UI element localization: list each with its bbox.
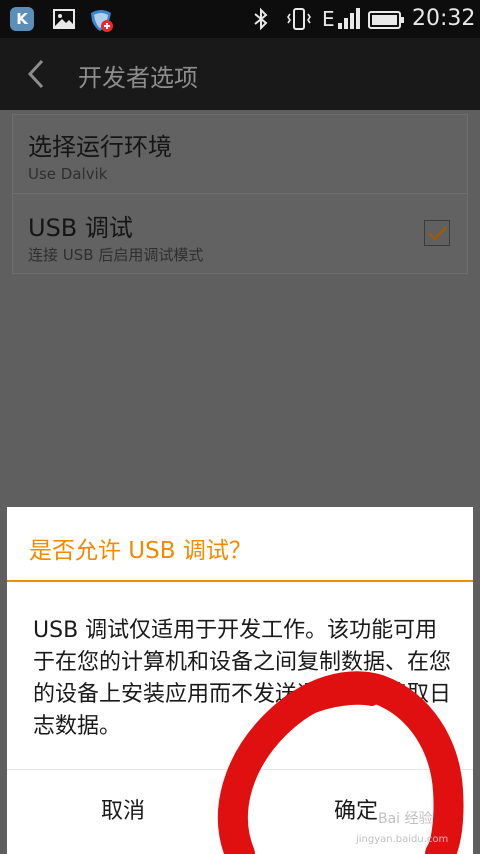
baidu-watermark: Bai 经验: [378, 811, 433, 827]
red-annotation-circle-icon: [218, 671, 464, 854]
baidu-watermark-url: jingyan.baidu.com: [356, 834, 449, 845]
